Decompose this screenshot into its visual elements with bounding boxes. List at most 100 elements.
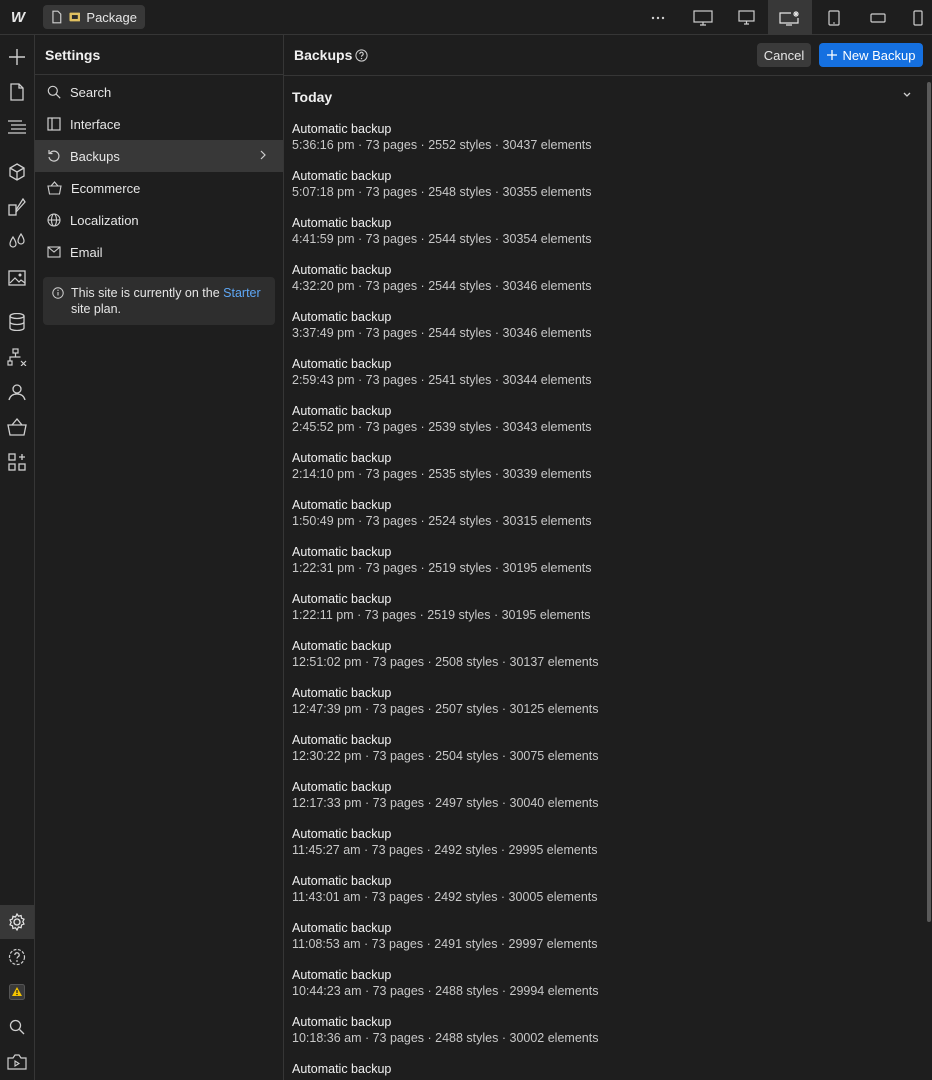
chevron-down-icon[interactable] [902, 91, 912, 99]
variables-button[interactable] [0, 225, 34, 259]
assets-button[interactable] [0, 260, 34, 294]
logic-flow-icon [7, 348, 27, 366]
backup-title: Automatic backup [292, 216, 392, 230]
site-plan-notice: This site is currently on the Starter si… [43, 277, 275, 325]
pages-icon [10, 83, 24, 101]
backup-row[interactable]: Automatic backup 12:17:33 pm · 73 pages ·… [284, 780, 924, 827]
users-button[interactable] [0, 375, 34, 409]
backup-row[interactable]: Automatic backup 4:32:20 pm · 73 pages · … [284, 263, 924, 310]
pages-button[interactable] [0, 75, 34, 109]
settings-item-label: Localization [70, 212, 139, 228]
audit-warning-button[interactable] [0, 975, 34, 1009]
breakpoint-desktop[interactable] [726, 0, 766, 35]
left-toolbar [0, 35, 35, 1080]
backup-row[interactable]: Automatic backup 1:22:31 pm · 73 pages · … [284, 545, 924, 592]
tutorial-icon [7, 1054, 27, 1070]
backup-row[interactable]: Automatic backup 12:47:39 pm · 73 pages ·… [284, 686, 924, 733]
backup-row[interactable]: Automatic backup 12:51:02 pm · 73 pages ·… [284, 639, 924, 686]
backup-row[interactable]: Automatic backup 10:44:23 am · 73 pages ·… [284, 968, 924, 1015]
backup-row[interactable]: Automatic backup 11:43:01 am · 73 pages ·… [284, 874, 924, 921]
image-icon [8, 270, 26, 286]
settings-item-label: Backups [70, 148, 120, 164]
new-backup-label: New Backup [842, 47, 916, 63]
backups-title: Backups [294, 47, 353, 63]
settings-item-ecommerce[interactable]: Ecommerce [35, 172, 283, 204]
add-elements-button[interactable] [0, 40, 34, 74]
more-options-button[interactable] [640, 0, 676, 35]
backup-row[interactable]: Automatic backup 2:59:43 pm · 73 pages · … [284, 357, 924, 404]
video-tutorials-button[interactable] [0, 1045, 34, 1079]
breakpoint-mobile-landscape[interactable] [858, 0, 898, 35]
style-selectors-button[interactable] [0, 190, 34, 224]
plan-text-before: This site is currently on the [71, 286, 224, 300]
help-button[interactable] [0, 940, 34, 974]
backup-icon [48, 150, 60, 162]
backup-row[interactable]: Automatic backup 4:41:59 pm · 73 pages · … [284, 216, 924, 263]
backup-row[interactable]: Automatic backup [284, 1062, 924, 1080]
backup-row[interactable]: Automatic backup 10:18:36 am · 73 pages ·… [284, 1015, 924, 1062]
settings-item-search[interactable]: Search [35, 76, 283, 108]
gear-icon [9, 913, 25, 931]
backup-meta: 4:41:59 pm · 73 pages · 2544 styles · 30… [292, 232, 592, 246]
search-rail-button[interactable] [0, 1010, 34, 1044]
breakpoint-mobile-portrait[interactable] [904, 0, 932, 35]
backup-row[interactable]: Automatic backup 5:07:18 pm · 73 pages · … [284, 169, 924, 216]
backup-row[interactable]: Automatic backup 11:08:53 am · 73 pages ·… [284, 921, 924, 968]
new-backup-button[interactable]: New Backup [819, 43, 923, 67]
base-breakpoint-icon [779, 10, 799, 26]
breakpoint-base[interactable] [768, 0, 812, 35]
settings-button[interactable] [0, 905, 34, 939]
logic-button[interactable] [0, 340, 34, 374]
settings-item-backups[interactable]: Backups [35, 140, 283, 172]
navigator-icon [8, 120, 26, 134]
plus-icon [826, 50, 837, 60]
backup-meta: 10:18:36 am · 73 pages · 2488 styles · 3… [292, 1031, 599, 1045]
backup-meta: 1:50:49 pm · 73 pages · 2524 styles · 30… [292, 514, 592, 528]
backup-row[interactable]: Automatic backup 2:14:10 pm · 73 pages · … [284, 451, 924, 498]
backup-row[interactable]: Automatic backup 3:37:49 pm · 73 pages · … [284, 310, 924, 357]
backup-row[interactable]: Automatic backup 11:45:27 am · 73 pages ·… [284, 827, 924, 874]
cube-icon [9, 163, 25, 181]
settings-title: Settings [35, 35, 283, 75]
backup-title: Automatic backup [292, 686, 392, 700]
backups-title-wrap: Backups [294, 47, 368, 63]
navigator-button[interactable] [0, 110, 34, 144]
backup-row[interactable]: Automatic backup 5:36:16 pm · 73 pages · … [284, 122, 924, 169]
mobile-landscape-icon [870, 12, 886, 23]
settings-item-label: Ecommerce [71, 180, 141, 196]
apps-button[interactable] [0, 445, 34, 479]
cancel-button[interactable]: Cancel [757, 43, 811, 67]
cms-button[interactable] [0, 305, 34, 339]
breakpoint-tablet[interactable] [814, 0, 854, 35]
backup-row[interactable]: Automatic backup 2:45:52 pm · 73 pages · … [284, 404, 924, 451]
settings-item-interface[interactable]: Interface [35, 108, 283, 140]
backup-title: Automatic backup [292, 592, 392, 606]
ecommerce-button[interactable] [0, 410, 34, 444]
starter-plan-link[interactable]: Starter [223, 286, 261, 300]
backup-title: Automatic backup [292, 545, 392, 559]
backup-title: Automatic backup [292, 122, 392, 136]
help-circle-icon[interactable] [355, 48, 368, 62]
components-button[interactable] [0, 155, 34, 189]
settings-panel: Settings Search Interface Backups Ecomme… [35, 35, 284, 1080]
backup-row[interactable]: Automatic backup 1:50:49 pm · 73 pages · … [284, 498, 924, 545]
backup-title: Automatic backup [292, 310, 392, 324]
backup-row[interactable]: Automatic backup 1:22:11 pm · 73 pages · … [284, 592, 924, 639]
page-icon [52, 10, 62, 24]
database-icon [9, 313, 25, 331]
backup-row[interactable]: Automatic backup 12:30:22 pm · 73 pages ·… [284, 733, 924, 780]
webflow-logo[interactable]: W [0, 0, 35, 35]
backup-meta: 12:47:39 pm · 73 pages · 2507 styles · 3… [292, 702, 599, 716]
backup-meta: 1:22:11 pm · 73 pages · 2519 styles · 30… [292, 608, 591, 622]
today-section-header[interactable]: Today [284, 76, 932, 116]
page-selector[interactable]: Package [43, 5, 145, 29]
section-title: Today [292, 89, 333, 105]
scrollbar[interactable] [927, 82, 931, 922]
backup-title: Automatic backup [292, 874, 392, 888]
globe-icon [47, 213, 61, 227]
backup-meta: 2:59:43 pm · 73 pages · 2541 styles · 30… [292, 373, 592, 387]
settings-item-email[interactable]: Email [35, 236, 283, 268]
breakpoint-large-desktop[interactable] [682, 0, 724, 35]
backup-title: Automatic backup [292, 780, 392, 794]
settings-item-localization[interactable]: Localization [35, 204, 283, 236]
